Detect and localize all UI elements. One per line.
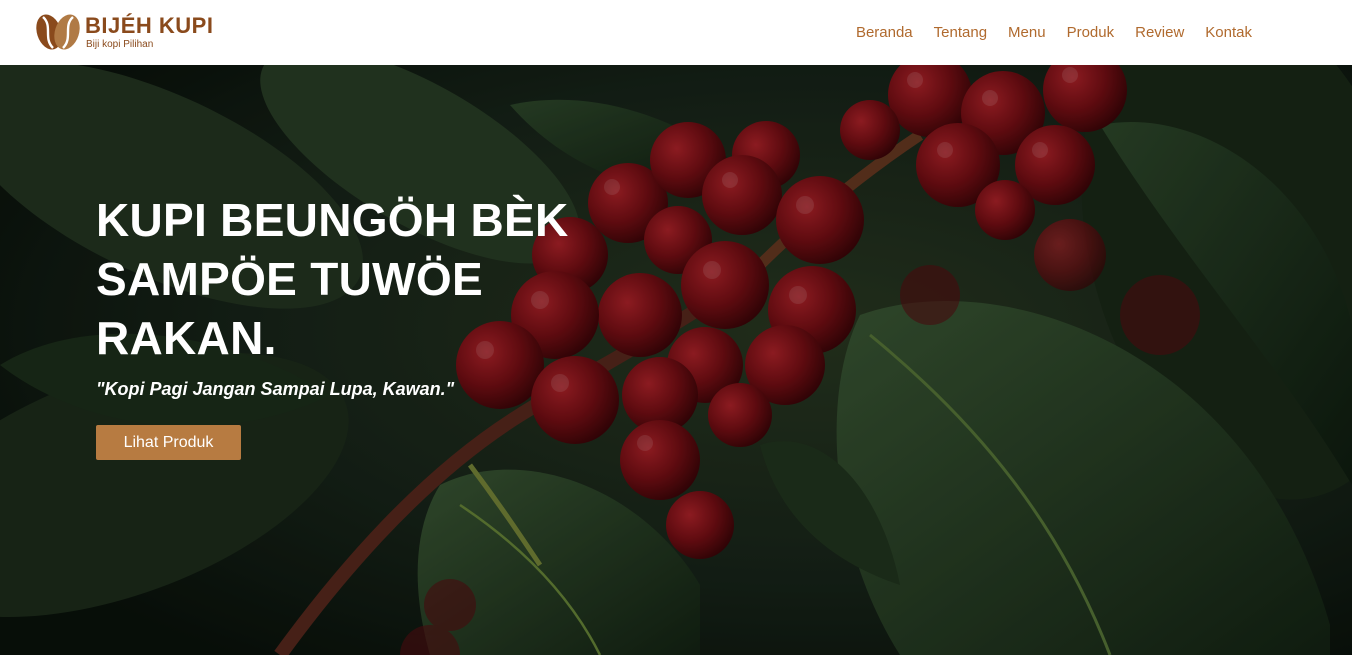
hero-content: KUPI BEUNGÖH BÈK SAMPÖE TUWÖE RAKAN. "Ko… bbox=[96, 191, 616, 460]
hero-section: KUPI BEUNGÖH BÈK SAMPÖE TUWÖE RAKAN. "Ko… bbox=[0, 65, 1352, 655]
nav-menu: Beranda Tentang Menu Produk Review Konta… bbox=[835, 0, 1252, 65]
nav-link-beranda[interactable]: Beranda bbox=[856, 20, 913, 45]
hero-title-line: RAKAN. bbox=[96, 312, 277, 364]
navbar: BIJÉH KUPI Biji kopi Pilihan Beranda Ten… bbox=[0, 0, 1352, 65]
nav-link-tentang[interactable]: Tentang bbox=[934, 20, 987, 45]
nav-link-kontak[interactable]: Kontak bbox=[1205, 20, 1252, 45]
brand-text: BIJÉH KUPI Biji kopi Pilihan bbox=[85, 12, 214, 51]
hero-title-line: SAMPÖE TUWÖE bbox=[96, 253, 483, 305]
brand-home-link[interactable]: BIJÉH KUPI Biji kopi Pilihan bbox=[33, 12, 213, 52]
nav-link-produk[interactable]: Produk bbox=[1067, 20, 1115, 45]
nav-link-review[interactable]: Review bbox=[1135, 20, 1184, 45]
hero-title-line: KUPI BEUNGÖH BÈK bbox=[96, 194, 569, 246]
brand-name: BIJÉH KUPI bbox=[85, 12, 214, 38]
brand-tagline: Biji kopi Pilihan bbox=[86, 38, 154, 50]
hero-quote: "Kopi Pagi Jangan Sampai Lupa, Kawan." bbox=[96, 379, 455, 399]
coffee-bean-icon bbox=[36, 14, 80, 50]
lihat-produk-button[interactable]: Lihat Produk bbox=[96, 425, 241, 460]
nav-link-menu[interactable]: Menu bbox=[1008, 20, 1046, 45]
hero-title: KUPI BEUNGÖH BÈK SAMPÖE TUWÖE RAKAN. bbox=[96, 191, 616, 368]
